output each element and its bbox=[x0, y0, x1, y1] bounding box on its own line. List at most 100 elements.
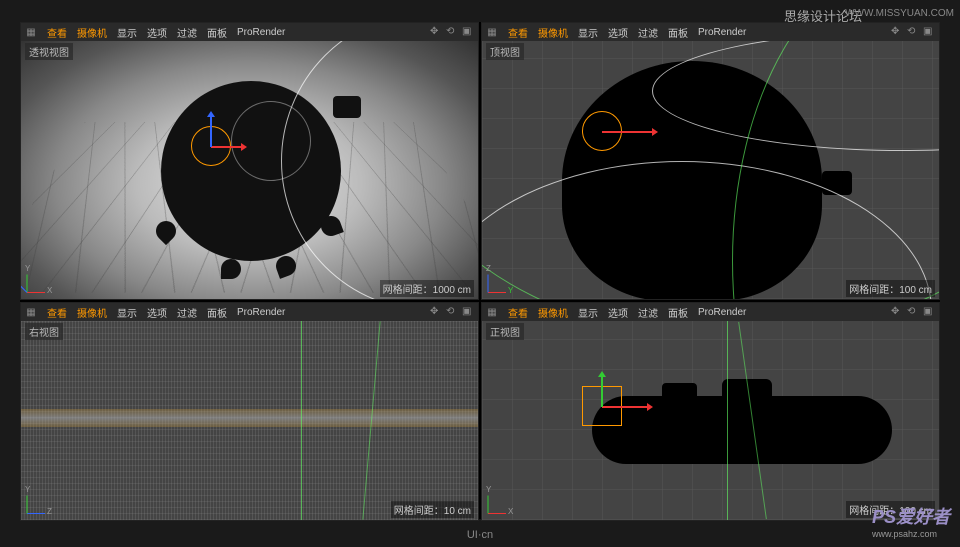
watermark-url: WWW.MISSYUAN.COM bbox=[845, 8, 954, 19]
green-line bbox=[301, 321, 302, 520]
menu-bar: ▦ 查看 摄像机 显示 选项 过滤 面板 ProRender ✥ ⟲ ▣ bbox=[21, 23, 478, 41]
maximize-icon[interactable]: ▣ bbox=[923, 26, 935, 38]
grid-icon[interactable]: ▦ bbox=[25, 26, 37, 38]
axis-y bbox=[27, 495, 28, 513]
axis-indicator: Y Z bbox=[488, 263, 518, 293]
axis-z bbox=[27, 513, 45, 514]
maximize-icon[interactable]: ▣ bbox=[462, 26, 474, 38]
menu-filter[interactable]: 过滤 bbox=[638, 25, 658, 40]
axis-x-label: X bbox=[47, 286, 52, 295]
menu-bar: ▦ 查看 摄像机 显示 选项 过滤 面板 ProRender ✥ ⟲ ▣ bbox=[482, 303, 939, 321]
menu-display[interactable]: 显示 bbox=[117, 25, 137, 40]
menu-prorender[interactable]: ProRender bbox=[237, 27, 285, 38]
viewport-front[interactable]: ▦ 查看 摄像机 显示 选项 过滤 面板 ProRender ✥ ⟲ ▣ 正视图 bbox=[481, 302, 940, 521]
axis-z bbox=[488, 275, 489, 293]
menu-panel[interactable]: 面板 bbox=[207, 305, 227, 320]
menu-display[interactable]: 显示 bbox=[578, 25, 598, 40]
menu-options[interactable]: 选项 bbox=[147, 25, 167, 40]
axis-y-label: Y bbox=[486, 485, 491, 494]
viewport-right[interactable]: ▦ 查看 摄像机 显示 选项 过滤 面板 ProRender ✥ ⟲ ▣ 右视图… bbox=[20, 302, 479, 521]
menu-camera[interactable]: 摄像机 bbox=[538, 305, 568, 320]
gizmo-z-axis[interactable] bbox=[210, 117, 212, 147]
menu-filter[interactable]: 过滤 bbox=[638, 305, 658, 320]
grid-icon[interactable]: ▦ bbox=[486, 26, 498, 38]
grid-icon[interactable]: ▦ bbox=[486, 306, 498, 318]
menu-filter[interactable]: 过滤 bbox=[177, 305, 197, 320]
menu-view[interactable]: 查看 bbox=[47, 25, 67, 40]
menu-bar: ▦ 查看 摄像机 显示 选项 过滤 面板 ProRender ✥ ⟲ ▣ bbox=[482, 23, 939, 41]
menu-prorender[interactable]: ProRender bbox=[698, 27, 746, 38]
viewport-canvas[interactable]: X Y bbox=[21, 41, 478, 299]
axis-y bbox=[27, 275, 28, 293]
menu-camera[interactable]: 摄像机 bbox=[77, 25, 107, 40]
viewport-canvas[interactable]: Y Z bbox=[482, 41, 939, 299]
grid-spacing-status: 网格间距：100 cm bbox=[846, 280, 935, 297]
move-icon[interactable]: ✥ bbox=[891, 306, 903, 318]
rotate-icon[interactable]: ⟲ bbox=[446, 26, 458, 38]
axis-x bbox=[488, 292, 506, 293]
menu-panel[interactable]: 面板 bbox=[207, 25, 227, 40]
wire-circle bbox=[231, 101, 311, 181]
viewport-canvas[interactable]: X Y bbox=[482, 321, 939, 520]
view-label: 顶视图 bbox=[486, 43, 524, 60]
rotate-icon[interactable]: ⟲ bbox=[446, 306, 458, 318]
viewport-canvas[interactable]: Z Y bbox=[21, 321, 478, 520]
menu-view[interactable]: 查看 bbox=[508, 25, 528, 40]
axis-z-label: Z bbox=[486, 264, 491, 273]
rotate-icon[interactable]: ⟲ bbox=[907, 306, 919, 318]
view-label: 右视图 bbox=[25, 323, 63, 340]
axis-y bbox=[488, 495, 489, 513]
transform-gizmo[interactable] bbox=[572, 376, 632, 436]
axis-y-label: Y bbox=[25, 264, 30, 273]
axis-y-label: Y bbox=[508, 286, 513, 295]
gizmo-x-axis[interactable] bbox=[602, 131, 652, 133]
menu-options[interactable]: 选项 bbox=[608, 25, 628, 40]
menu-display[interactable]: 显示 bbox=[578, 305, 598, 320]
watermark-uicn: UI·cn bbox=[467, 529, 493, 541]
axis-y-label: Y bbox=[25, 485, 30, 494]
view-label: 透视视图 bbox=[25, 43, 73, 60]
move-icon[interactable]: ✥ bbox=[430, 26, 442, 38]
gizmo-x-axis[interactable] bbox=[211, 146, 241, 148]
transform-gizmo[interactable] bbox=[572, 101, 632, 161]
move-icon[interactable]: ✥ bbox=[430, 306, 442, 318]
green-line bbox=[727, 321, 728, 520]
maximize-icon[interactable]: ▣ bbox=[462, 306, 474, 318]
menu-view[interactable]: 查看 bbox=[47, 305, 67, 320]
rotate-icon[interactable]: ⟲ bbox=[907, 26, 919, 38]
viewport-perspective[interactable]: ▦ 查看 摄像机 显示 选项 过滤 面板 ProRender ✥ ⟲ ▣ 透视视… bbox=[20, 22, 479, 300]
menu-bar: ▦ 查看 摄像机 显示 选项 过滤 面板 ProRender ✥ ⟲ ▣ bbox=[21, 303, 478, 321]
grid-spacing-status: 网格间距：10 cm bbox=[391, 501, 474, 518]
maximize-icon[interactable]: ▣ bbox=[923, 306, 935, 318]
axis-indicator: Z Y bbox=[27, 484, 57, 514]
grid-spacing-status: 网格间距：1000 cm bbox=[380, 280, 474, 297]
transform-gizmo[interactable] bbox=[181, 116, 241, 176]
axis-indicator: X Y bbox=[27, 263, 57, 293]
menu-display[interactable]: 显示 bbox=[117, 305, 137, 320]
viewport-top[interactable]: ▦ 查看 摄像机 显示 选项 过滤 面板 ProRender ✥ ⟲ ▣ 顶视图 bbox=[481, 22, 940, 300]
view-label: 正视图 bbox=[486, 323, 524, 340]
axis-z-label: Z bbox=[47, 507, 52, 516]
gizmo-x-axis[interactable] bbox=[602, 406, 647, 408]
menu-filter[interactable]: 过滤 bbox=[177, 25, 197, 40]
menu-camera[interactable]: 摄像机 bbox=[77, 305, 107, 320]
menu-camera[interactable]: 摄像机 bbox=[538, 25, 568, 40]
grid-icon[interactable]: ▦ bbox=[25, 306, 37, 318]
menu-prorender[interactable]: ProRender bbox=[698, 307, 746, 318]
viewport-grid: ▦ 查看 摄像机 显示 选项 过滤 面板 ProRender ✥ ⟲ ▣ 透视视… bbox=[20, 22, 940, 519]
object-protrusion bbox=[662, 383, 697, 397]
axis-indicator: X Y bbox=[488, 484, 518, 514]
menu-options[interactable]: 选项 bbox=[608, 305, 628, 320]
menu-options[interactable]: 选项 bbox=[147, 305, 167, 320]
axis-x-label: X bbox=[508, 507, 513, 516]
watermark-psahz: PS爱好者 www.psahz.com bbox=[872, 503, 950, 539]
menu-view[interactable]: 查看 bbox=[508, 305, 528, 320]
axis-x bbox=[488, 513, 506, 514]
menu-panel[interactable]: 面板 bbox=[668, 25, 688, 40]
axis-x bbox=[27, 292, 45, 293]
menu-panel[interactable]: 面板 bbox=[668, 305, 688, 320]
move-icon[interactable]: ✥ bbox=[891, 26, 903, 38]
gizmo-y-axis[interactable] bbox=[601, 377, 603, 407]
wireframe-strip bbox=[21, 409, 478, 427]
menu-prorender[interactable]: ProRender bbox=[237, 307, 285, 318]
